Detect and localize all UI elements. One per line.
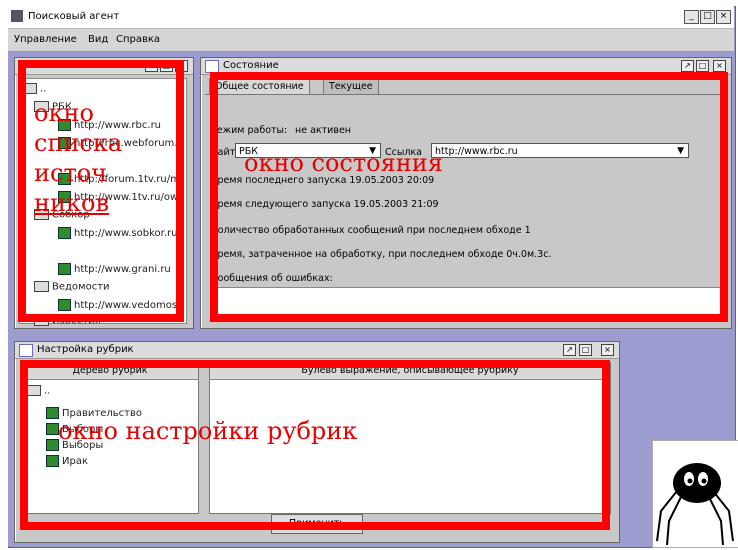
app-logo-icon (11, 10, 23, 22)
annotation-frame-status (210, 72, 728, 322)
annotation-sources-line1: окно (34, 99, 94, 127)
spider-logo (652, 440, 738, 548)
rubric-titlebar: Настройка рубрик ↗ □ × (15, 342, 619, 359)
menu-bar: Управление Вид Справка (8, 29, 734, 52)
annotation-frame-rubric (20, 360, 610, 530)
maximize-icon[interactable]: □ (696, 60, 709, 72)
spider-logo-icon (656, 463, 734, 546)
rubric-window-title: Настройка рубрик (37, 344, 134, 355)
app-titlebar: Поисковый агент _ □ × (8, 6, 734, 29)
annotation-sources-line4: ников (34, 189, 109, 217)
close-icon[interactable]: × (713, 60, 726, 72)
maximize-button[interactable]: □ (700, 10, 715, 24)
annotation-rubric: окно настройки рубрик (58, 417, 358, 445)
maximize-icon[interactable]: □ (579, 344, 592, 356)
app-title: Поисковый агент (28, 11, 120, 22)
annotation-sources-line2: списка (34, 129, 123, 157)
annotation-status: окно состояния (244, 149, 443, 177)
menu-help[interactable]: Справка (116, 34, 160, 45)
close-icon[interactable]: × (601, 344, 614, 356)
menu-view[interactable]: Вид (88, 34, 108, 45)
annotation-sources-line3: источ (34, 159, 108, 187)
restore-icon[interactable]: ↗ (681, 60, 694, 72)
menu-control[interactable]: Управление (14, 34, 77, 45)
restore-icon[interactable]: ↗ (563, 344, 576, 356)
minimize-button[interactable]: _ (684, 10, 699, 24)
status-window-title: Состояние (223, 60, 279, 71)
window-icon (19, 344, 33, 357)
close-button[interactable]: × (716, 10, 731, 24)
